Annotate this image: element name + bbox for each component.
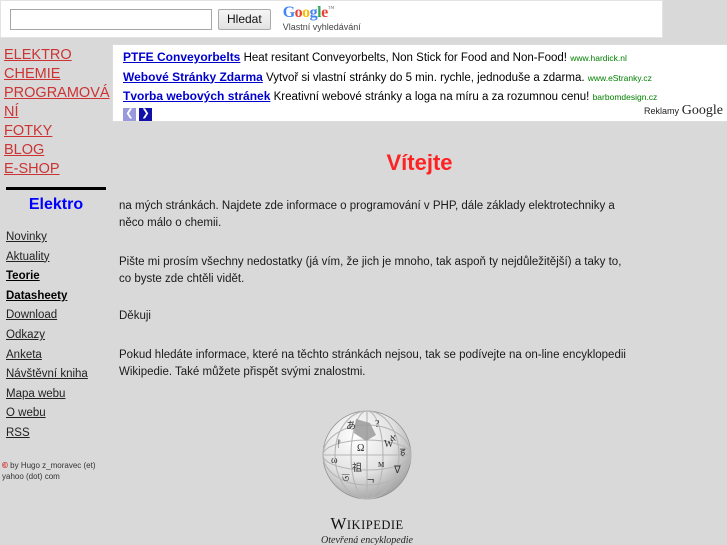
wikipedia-logo-container[interactable]: あ ? א ᚠ Ω W ह ω 祖 м ᐁ ত ᄀ WIKIPEDIE Otev… (112, 407, 727, 545)
svg-text:ह: ह (400, 447, 406, 458)
sidebar-item-datasheety[interactable]: Datasheety (6, 287, 112, 307)
svg-text:ω: ω (331, 455, 338, 466)
sidebar-item-fotky[interactable]: FOTKY (4, 122, 112, 141)
sidebar-item-chemie[interactable]: CHEMIE (4, 65, 112, 84)
svg-text:W: W (384, 439, 394, 450)
wikipedia-globe-icon: あ ? א ᚠ Ω W ह ω 祖 м ᐁ ত ᄀ (322, 410, 412, 500)
thanks-paragraph: Děkuji (119, 310, 151, 322)
wikipedia-wordmark: WIKIPEDIE (308, 514, 426, 534)
sidebar-item-mapa-webu[interactable]: Mapa webu (6, 385, 112, 405)
sidebar-top-nav: ELEKTRO CHEMIE PROGRAMOVÁNÍ FOTKY BLOG E… (0, 44, 112, 179)
sidebar-divider (6, 187, 106, 190)
sidebar-item-programovani[interactable]: PROGRAMOVÁNÍ (4, 84, 112, 122)
sidebar-item-teorie[interactable]: Teorie (6, 267, 112, 287)
ads-brand-name: Google (681, 103, 723, 118)
svg-text:?: ? (375, 419, 380, 430)
sidebar-section-title: Elektro (28, 196, 84, 213)
intro-paragraph: na mých stránkách. Najdete zde informace… (119, 200, 615, 229)
page-root: Hledat Google™ Vlastní vyhledávání PTFE … (0, 0, 727, 545)
sidebar-item-elektro[interactable]: ELEKTRO (4, 46, 112, 65)
wikipedia-wordmark-w: W (330, 514, 347, 533)
svg-text:ᐁ: ᐁ (394, 465, 401, 476)
wikipedia-wordmark-rest: IKIPEDIE (346, 518, 404, 532)
wikipedia-logo-link[interactable]: あ ? א ᚠ Ω W ह ω 祖 м ᐁ ত ᄀ WIKIPEDIE Otev… (308, 407, 426, 545)
ad-description: Heat resitant Conveyorbelts, Non Stick f… (243, 52, 567, 64)
copyright-text: by Hugo z_moravec (et) yahoo (dot) com (2, 460, 96, 481)
google-logo-e: e (321, 4, 328, 22)
sidebar-item-aktuality[interactable]: Aktuality (6, 248, 112, 268)
sidebar-item-blog[interactable]: BLOG (4, 141, 112, 160)
svg-text:ᄀ: ᄀ (366, 479, 375, 490)
page-title: Vítejte (386, 150, 453, 175)
chevron-right-icon[interactable]: ❯ (139, 107, 152, 121)
ad-pagination: ❮ ❯ (123, 107, 727, 121)
search-input[interactable] (10, 8, 212, 30)
ad-title-link[interactable]: Webové Stránky Zdarma (123, 70, 263, 84)
google-logo-trademark: ™ (327, 5, 335, 14)
google-branding: Google™ Vlastní vyhledávání (282, 4, 361, 33)
svg-text:Ω: Ω (357, 443, 364, 454)
wikipedia-tagline: Otevřená encyklopedie (321, 535, 413, 545)
ads-google-branding: Reklamy Google (644, 103, 723, 119)
sidebar-item-eshop[interactable]: E-SHOP (4, 160, 112, 179)
ad-title-link[interactable]: Tvorba webových stránek (123, 89, 270, 103)
copyright-icon: © (2, 460, 8, 470)
sidebar-item-odkazy[interactable]: Odkazy (6, 326, 112, 346)
ad-url: www.eStranky.cz (587, 72, 652, 83)
sidebar-sub-nav: Novinky Aktuality Teorie Datasheety Down… (0, 228, 112, 444)
ad-title-link[interactable]: PTFE Conveyorbelts (123, 50, 240, 64)
ad-description: Kreativní webové stránky a loga na míru … (273, 91, 590, 103)
custom-search-subtitle: Vlastní vyhledávání (282, 22, 361, 33)
sidebar-item-navstevni-kniha[interactable]: Návštěvní kniha (6, 365, 112, 385)
google-ads-block: PTFE Conveyorbelts Heat resitant Conveyo… (112, 44, 727, 122)
svg-text:ᚠ: ᚠ (336, 439, 342, 450)
ads-brand-prefix: Reklamy (644, 106, 680, 116)
ad-item: PTFE Conveyorbelts Heat resitant Conveyo… (123, 48, 727, 68)
google-custom-search-header: Hledat Google™ Vlastní vyhledávání (0, 0, 663, 38)
feedback-paragraph: Pište mi prosím všechny nedostatky (já v… (119, 256, 622, 285)
ad-description: Vytvoř si vlastní stránky do 5 min. rych… (266, 71, 585, 84)
svg-text:祖: 祖 (352, 461, 362, 474)
svg-text:м: м (378, 459, 385, 470)
sidebar-item-download[interactable]: Download (6, 306, 112, 326)
chevron-left-icon[interactable]: ❮ (123, 107, 136, 121)
ad-url: www.hardick.nl (570, 53, 627, 63)
google-logo: Google™ (282, 4, 361, 22)
google-logo-g1: G (282, 4, 295, 22)
sidebar-copyright: © by Hugo z_moravec (et) yahoo (dot) com (2, 460, 112, 482)
ad-item: Webové Stránky Zdarma Vytvoř si vlastní … (123, 68, 727, 88)
sidebar-item-novinky[interactable]: Novinky (6, 228, 112, 248)
ad-url: barbomdesign.cz (592, 92, 658, 102)
sidebar-item-o-webu[interactable]: O webu (6, 404, 112, 424)
sidebar-item-anketa[interactable]: Anketa (6, 346, 112, 366)
ad-item: Tvorba webových stránek Kreativní webové… (123, 87, 727, 107)
sidebar-item-rss[interactable]: RSS (6, 424, 112, 444)
main-content: Vítejte na mých stránkách. Najdete zde i… (112, 128, 727, 545)
google-logo-o2: o (302, 4, 310, 22)
wikipedia-paragraph: Pokud hledáte informace, které na těchto… (119, 349, 626, 378)
search-submit-button[interactable]: Hledat (218, 8, 271, 30)
sidebar: ELEKTRO CHEMIE PROGRAMOVÁNÍ FOTKY BLOG E… (0, 44, 112, 482)
svg-text:ত: ত (341, 473, 350, 484)
